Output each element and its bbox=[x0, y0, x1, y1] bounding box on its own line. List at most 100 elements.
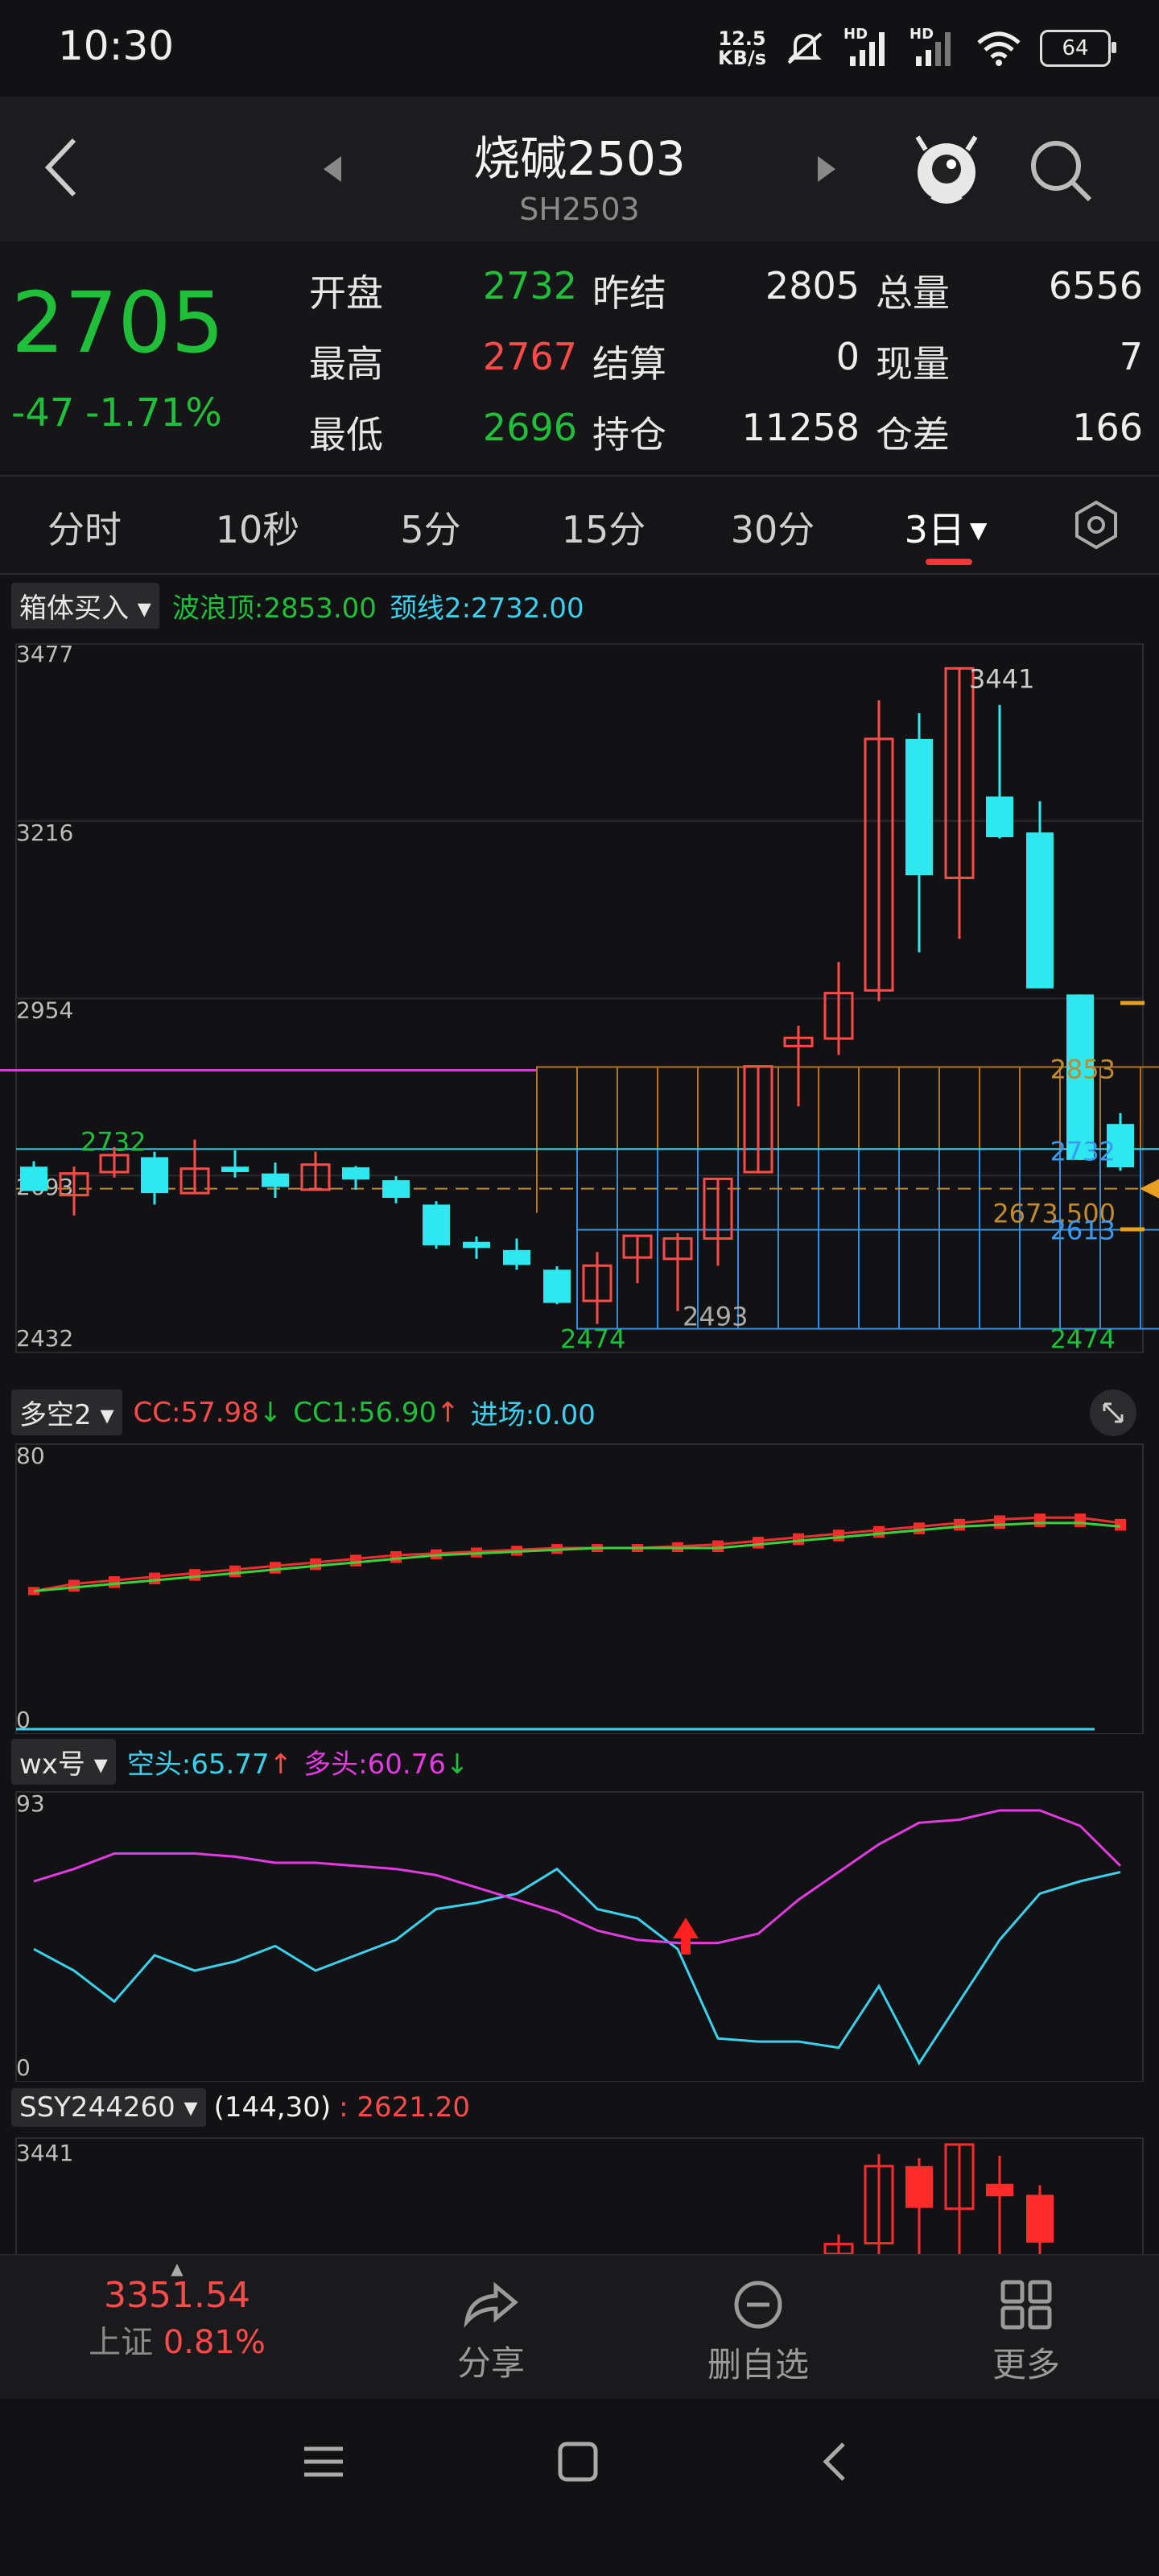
indicator-frame bbox=[15, 1791, 1144, 2082]
tab-3day[interactable]: 3日 ▼ bbox=[885, 501, 1006, 554]
battery-icon: 64 bbox=[1040, 30, 1116, 67]
quote-label: 持仓 bbox=[592, 413, 666, 456]
cc-bar bbox=[954, 1518, 965, 1531]
net-speed: 12.5 KB/s bbox=[718, 27, 766, 69]
cc-bar bbox=[793, 1533, 804, 1546]
ssy-candle bbox=[1026, 2194, 1054, 2243]
cc-bar bbox=[1034, 1513, 1046, 1527]
indicator-bottom-label: 0 bbox=[16, 2054, 31, 2081]
tab-fenshi[interactable]: 分时 bbox=[32, 501, 137, 554]
neck2-value: 颈线2:2732.00 bbox=[389, 592, 584, 625]
contract-code: SH2503 bbox=[519, 192, 640, 227]
tab-30min[interactable]: 30分 bbox=[720, 501, 825, 554]
dk-line-chart[interactable]: 800 bbox=[0, 1436, 1159, 1734]
cc-bar bbox=[753, 1537, 764, 1549]
neck-annotation: 2732 bbox=[80, 1126, 146, 1157]
ssy-value: : 2621.20 bbox=[339, 2091, 470, 2124]
wx-line-chart[interactable]: 93 0 bbox=[0, 1784, 1159, 2082]
nav-back-icon[interactable] bbox=[813, 2439, 858, 2484]
expand-icon[interactable] bbox=[1088, 1388, 1138, 1438]
ssy-indicator-select[interactable]: SSY244260 ▾ bbox=[11, 2088, 206, 2127]
high-annotation: 3441 bbox=[969, 663, 1034, 694]
cc-bar bbox=[109, 1576, 120, 1588]
index-price: 3351.54 bbox=[104, 2275, 250, 2316]
dk-indicator-row: 多空2 ▾ CC:57.98↓ CC1:56.90↑ 进场:0.00 bbox=[11, 1389, 596, 1435]
candle-body bbox=[141, 1157, 168, 1194]
index-ticker[interactable]: ▲ 3351.54 上证 0.81% bbox=[72, 2256, 282, 2401]
candle-body bbox=[986, 796, 1013, 837]
candle-body bbox=[463, 1241, 490, 1249]
dk-indicator-select[interactable]: 多空2 ▾ bbox=[11, 1389, 122, 1435]
candle-body bbox=[262, 1173, 289, 1187]
share-button[interactable]: 分享 bbox=[386, 2280, 596, 2385]
wifi-icon bbox=[977, 31, 1021, 66]
mascot-icon[interactable] bbox=[908, 129, 985, 206]
wx-indicator-select[interactable]: wx号 ▾ bbox=[11, 1739, 116, 1785]
cc-value: CC:57.98↓ bbox=[133, 1396, 283, 1429]
more-button[interactable]: 更多 bbox=[922, 2280, 1131, 2387]
indicator-top-label: 93 bbox=[16, 1790, 45, 1817]
minus-circle-icon bbox=[734, 2281, 782, 2329]
quote-label: 最低 bbox=[309, 413, 383, 456]
search-icon[interactable] bbox=[1027, 137, 1095, 204]
mute-icon bbox=[787, 32, 823, 64]
candle-body bbox=[503, 1249, 530, 1265]
cc-bar bbox=[873, 1525, 885, 1538]
status-bar: 10:30 12.5 KB/s HD HD 64 bbox=[0, 0, 1159, 97]
menu-icon[interactable] bbox=[301, 2439, 346, 2484]
marker-dash bbox=[1120, 1227, 1145, 1232]
cc-bar bbox=[712, 1540, 724, 1553]
marker-dash bbox=[1120, 1001, 1145, 1005]
quote-label: 仓差 bbox=[876, 413, 950, 456]
low-annotation-left: 2474 bbox=[560, 1324, 625, 1355]
quote-value: 2696 bbox=[482, 406, 577, 449]
remove-watchlist-button[interactable]: 删自选 bbox=[654, 2280, 863, 2387]
entry-value: 进场:0.00 bbox=[470, 1399, 596, 1431]
candle-body bbox=[543, 1269, 571, 1303]
cc-bar bbox=[270, 1562, 281, 1574]
neck-label: 2732 bbox=[1050, 1136, 1116, 1166]
period-tabs: 分时 10秒 5分 15分 30分 3日 ▼ bbox=[0, 475, 1159, 575]
quote-label: 昨结 bbox=[592, 271, 666, 315]
system-nav-bar bbox=[0, 2399, 1159, 2576]
quote-value: 2805 bbox=[765, 264, 860, 308]
cc-bar bbox=[833, 1530, 844, 1542]
quote-value: 2767 bbox=[482, 335, 577, 378]
y-tick-label: 2954 bbox=[16, 997, 73, 1023]
tab-5min[interactable]: 5分 bbox=[378, 501, 483, 554]
cc-bar bbox=[914, 1522, 925, 1534]
quote-label: 现量 bbox=[876, 342, 950, 386]
cc-bar bbox=[189, 1569, 200, 1581]
level-label: 2613 bbox=[1050, 1216, 1116, 1246]
quote-value: 11258 bbox=[741, 406, 860, 449]
low-annotation: 2493 bbox=[683, 1302, 748, 1332]
cc-bar bbox=[149, 1572, 160, 1585]
candle-body bbox=[423, 1204, 450, 1245]
index-line: 上证 0.81% bbox=[89, 2324, 266, 2361]
tab-15min[interactable]: 15分 bbox=[551, 501, 656, 554]
ssy-chart[interactable]: 3441 bbox=[0, 2133, 1159, 2254]
ssy-top-label: 3441 bbox=[16, 2140, 73, 2166]
low-annotation-right: 2474 bbox=[1050, 1324, 1116, 1355]
candle-body bbox=[1026, 832, 1054, 989]
ssy-candle bbox=[905, 2165, 933, 2208]
cc-bar bbox=[350, 1554, 361, 1567]
quote-value: 6556 bbox=[1048, 264, 1143, 308]
long-value: 多头:60.76↓ bbox=[303, 1748, 469, 1781]
share-icon bbox=[464, 2281, 518, 2328]
series-line bbox=[33, 1521, 1121, 1592]
cc-bar bbox=[310, 1558, 321, 1571]
ssy-param: (144,30) bbox=[213, 2091, 332, 2124]
candlestick-chart[interactable]: 34773216295426932432285327322673.5002613… bbox=[0, 628, 1159, 1368]
contract-title: 烧碱2503 bbox=[473, 131, 686, 186]
series-line bbox=[33, 1809, 1122, 1945]
main-indicator-select[interactable]: 箱体买入 ▾ bbox=[11, 583, 159, 629]
next-contract-icon[interactable] bbox=[815, 155, 839, 184]
settings-icon[interactable] bbox=[1070, 499, 1122, 551]
quote-label: 总量 bbox=[876, 271, 950, 315]
cc-bar bbox=[1074, 1513, 1086, 1527]
tab-10s[interactable]: 10秒 bbox=[205, 501, 310, 554]
home-icon[interactable] bbox=[555, 2439, 600, 2484]
candle-body bbox=[20, 1166, 47, 1191]
indicator-top-label: 80 bbox=[16, 1443, 45, 1469]
